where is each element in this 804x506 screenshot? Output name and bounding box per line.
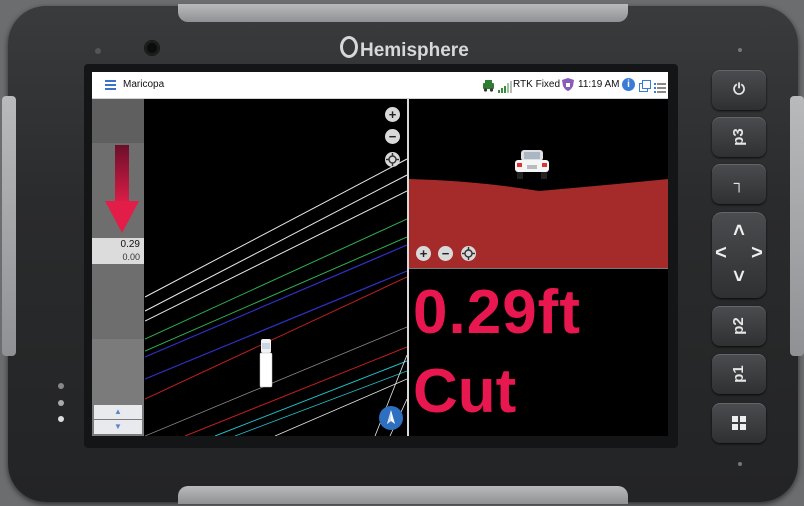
- zoom-out-button[interactable]: −: [385, 129, 400, 144]
- profile-view[interactable]: + −: [409, 99, 668, 269]
- machine-marker: [259, 339, 273, 389]
- vehicle-icon: [515, 150, 549, 185]
- dpad-left-button[interactable]: ˂: [714, 242, 728, 265]
- plan-view-lines: [145, 158, 407, 436]
- crosshair-icon[interactable]: [385, 152, 400, 167]
- status-bar: Maricopa RTK Fixed 11:19 AM i: [92, 72, 668, 99]
- dpad-down-button[interactable]: ˅: [731, 266, 747, 289]
- signal-icon: [498, 80, 512, 98]
- enter-button[interactable]: ┐: [712, 164, 766, 204]
- info-icon[interactable]: i: [622, 78, 635, 91]
- profile-crosshair-icon[interactable]: [461, 246, 476, 261]
- status-led: [738, 48, 742, 52]
- hamburger-menu-icon[interactable]: [105, 80, 116, 90]
- list-icon[interactable]: [654, 80, 666, 98]
- machine-icon[interactable]: [482, 79, 495, 97]
- p2-button[interactable]: p2: [712, 306, 766, 346]
- readout-divider: [409, 268, 668, 269]
- p3-label: p3: [730, 128, 747, 146]
- grade-gauge: 0.29 0.00 ▲ ▼: [92, 99, 144, 436]
- profile-zoom-in-button[interactable]: +: [416, 246, 431, 261]
- return-icon: ┐: [733, 175, 745, 192]
- gauge-target: 0.00: [122, 252, 140, 262]
- plan-view[interactable]: + −: [145, 99, 407, 436]
- scroll-down-button[interactable]: ▼: [94, 420, 142, 434]
- compass-icon[interactable]: [379, 406, 403, 430]
- windows-button[interactable]: [712, 403, 766, 443]
- hemisphere-logo-icon: [340, 36, 358, 58]
- zoom-in-button[interactable]: +: [385, 107, 400, 122]
- p3-button[interactable]: p3: [712, 117, 766, 157]
- dpad-up-button[interactable]: ˄: [731, 220, 747, 243]
- dpad: ˄ ˂ ˃ ˅: [712, 212, 766, 298]
- scroll-up-button[interactable]: ▲: [94, 405, 142, 419]
- gauge-top-band: [92, 99, 144, 143]
- p1-button[interactable]: p1: [712, 354, 766, 394]
- light-sensor: [95, 48, 101, 54]
- status-led: [738, 462, 742, 466]
- right-bumper: [790, 96, 804, 356]
- screen: Maricopa RTK Fixed 11:19 AM i 0.29 0.00 …: [92, 72, 668, 436]
- clock: 11:19 AM: [578, 79, 620, 90]
- cut-fill-value: 0.29ft: [413, 278, 581, 347]
- fix-status: RTK Fixed: [513, 79, 561, 90]
- windows-switch-icon[interactable]: [639, 79, 651, 97]
- top-bumper: [178, 4, 628, 22]
- dpad-right-button[interactable]: ˃: [750, 242, 764, 265]
- p1-label: p1: [730, 365, 747, 383]
- power-icon: ⏻: [733, 81, 745, 98]
- project-name[interactable]: Maricopa: [123, 79, 164, 90]
- cut-fill-state: Cut: [413, 357, 517, 426]
- profile-zoom-out-button[interactable]: −: [438, 246, 453, 261]
- power-button[interactable]: ⏻: [712, 70, 766, 110]
- windows-icon: [732, 416, 746, 430]
- indicator-led: [58, 400, 64, 406]
- indicator-led: [58, 383, 64, 389]
- brand-name: Hemisphere: [360, 40, 469, 61]
- gauge-value: 0.29: [120, 239, 140, 250]
- bottom-bumper: [178, 486, 628, 504]
- down-arrow-icon: [105, 145, 139, 238]
- indicator-led: [58, 416, 64, 422]
- brand-logo: Hemisphere: [340, 36, 469, 62]
- left-bumper: [2, 96, 16, 356]
- p2-label: p2: [730, 317, 747, 335]
- shield-icon[interactable]: [562, 78, 574, 96]
- camera-lens: [144, 40, 160, 56]
